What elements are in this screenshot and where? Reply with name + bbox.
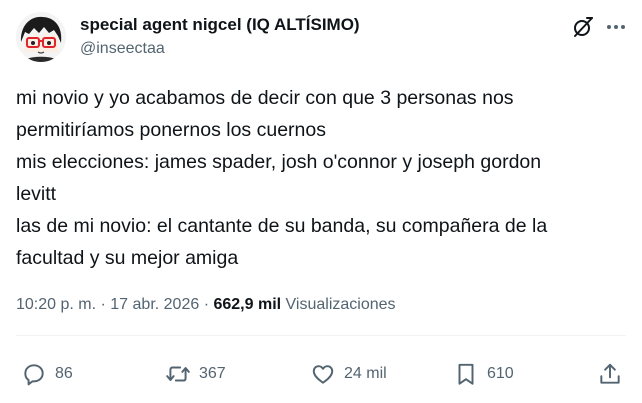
share-button[interactable] <box>597 360 623 388</box>
tweet-card: special agent nigcel (IQ ALTÍSIMO) @inse… <box>0 0 642 403</box>
tweet-text-line: levitt <box>16 183 57 205</box>
share-icon <box>600 363 620 384</box>
views-count: 662,9 mil <box>213 296 282 313</box>
tweet-meta: 10:20 p. m. · 17 abr. 2026 · 662,9 mil V… <box>16 296 396 314</box>
tweet-text-line: facultad y su mejor amiga <box>16 247 239 269</box>
heart-icon <box>312 365 334 384</box>
tweet-text-line: mis elecciones: james spader, josh o'con… <box>16 151 542 173</box>
tweet-time: 10:20 p. m. <box>16 296 97 313</box>
anime-avatar-icon <box>16 12 66 62</box>
bookmark-button[interactable]: 610 <box>453 360 514 388</box>
meta-separator: · <box>100 296 106 313</box>
divider <box>16 335 626 336</box>
tweet-text-line: mi novio y yo acabamos de decir con que … <box>16 87 514 109</box>
more-horizontal-icon[interactable] <box>604 15 628 39</box>
grok-icon[interactable] <box>571 15 595 39</box>
bookmark-icon <box>458 363 474 385</box>
views-label: Visualizaciones <box>285 296 396 313</box>
reply-button[interactable]: 86 <box>21 360 73 388</box>
avatar[interactable] <box>16 12 66 62</box>
like-count: 24 mil <box>344 365 387 382</box>
reply-icon <box>24 364 44 386</box>
retweet-button[interactable]: 367 <box>165 360 226 388</box>
tweet-text-line: permitiríamos ponernos los cuernos <box>16 119 326 141</box>
reply-count: 86 <box>55 365 73 382</box>
tweet-date: 17 abr. 2026 <box>110 296 200 313</box>
retweet-count: 367 <box>199 365 226 382</box>
meta-separator: · <box>203 296 210 313</box>
author-handle[interactable]: @inseectaa <box>80 40 165 58</box>
author-display-name[interactable]: special agent nigcel (IQ ALTÍSIMO) <box>80 15 360 35</box>
bookmark-count: 610 <box>487 365 514 382</box>
retweet-icon <box>166 366 190 382</box>
tweet-text-line: las de mi novio: el cantante de su banda… <box>16 215 548 237</box>
like-button[interactable]: 24 mil <box>310 360 387 388</box>
tweet-text: mi novio y yo acabamos de decir con que … <box>16 82 632 274</box>
tweet-timestamp[interactable]: 10:20 p. m. · 17 abr. 2026 <box>16 296 199 313</box>
